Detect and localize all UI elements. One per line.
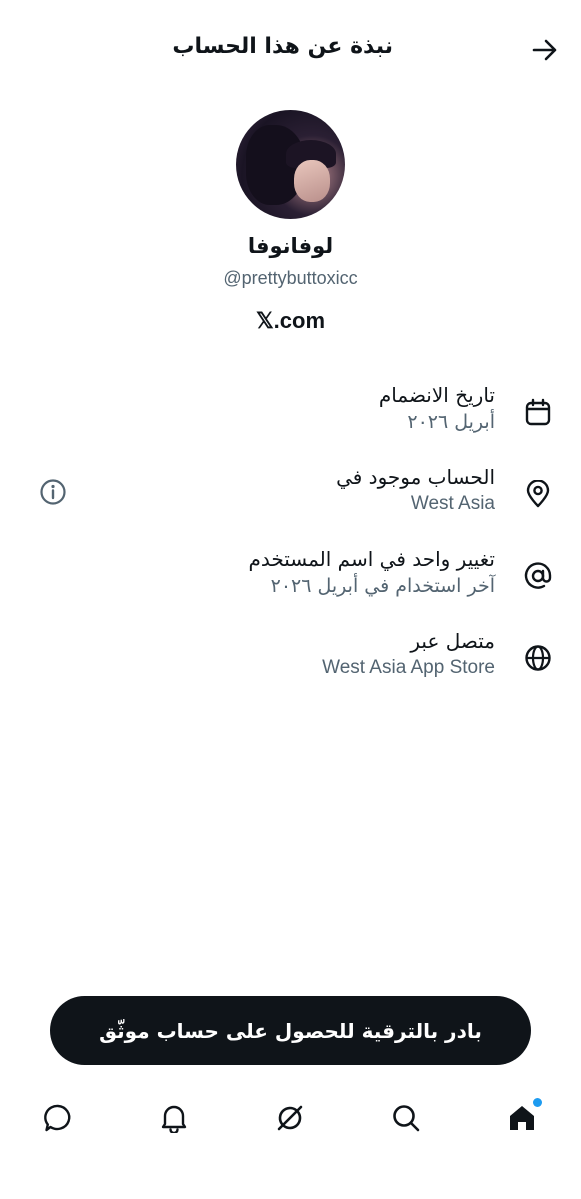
info-title: الحساب موجود في	[336, 465, 495, 489]
info-subtitle: West Asia	[410, 493, 495, 514]
tab-grok[interactable]	[270, 1098, 310, 1138]
bottom-tab-bar	[0, 1090, 581, 1150]
info-subtitle: آخر استخدام في أبريل ٢٠٢٦	[270, 575, 495, 597]
avatar[interactable]	[236, 110, 345, 219]
calendar-icon	[523, 397, 553, 427]
tab-messages[interactable]	[38, 1098, 78, 1138]
search-icon	[393, 1105, 420, 1132]
username-handle: @prettybuttoxicc	[223, 268, 358, 288]
tab-search[interactable]	[386, 1098, 426, 1138]
info-tooltip-button[interactable]	[38, 477, 68, 507]
messages-icon	[44, 1104, 71, 1132]
arrow-right-icon	[532, 39, 557, 61]
notifications-icon	[161, 1105, 187, 1133]
tab-home[interactable]	[502, 1098, 542, 1138]
info-subtitle: West Asia App Store	[322, 657, 495, 678]
location-pin-icon	[523, 479, 553, 509]
site-label: 𝕏.com	[255, 308, 326, 333]
grok-icon	[277, 1105, 303, 1131]
info-subtitle: أبريل ٢٠٢٦	[407, 411, 495, 433]
top-bar: نبذة عن هذا الحساب	[0, 0, 581, 100]
info-title: تغيير واحد في اسم المستخدم	[248, 547, 495, 571]
info-circle-icon	[40, 479, 66, 505]
tab-notifications[interactable]	[154, 1098, 194, 1138]
info-title: متصل عبر	[410, 629, 495, 653]
info-row-username-changes: تغيير واحد في اسم المستخدم آخر استخدام ف…	[28, 547, 553, 617]
home-icon	[510, 1106, 534, 1130]
info-row-location: الحساب موجود في West Asia	[28, 465, 553, 535]
upgrade-verified-button[interactable]: بادر بالترقية للحصول على حساب موثّق	[50, 996, 531, 1065]
info-title: تاريخ الانضمام	[378, 383, 495, 407]
back-button[interactable]	[529, 36, 561, 64]
globe-icon	[523, 643, 553, 673]
info-row-join-date: تاريخ الانضمام أبريل ٢٠٢٦	[28, 383, 553, 453]
info-row-connected-via: متصل عبر West Asia App Store	[28, 629, 553, 699]
unread-dot	[533, 1098, 542, 1107]
page-title: نبذة عن هذا الحساب	[172, 34, 393, 59]
display-name: لوفانوفا	[247, 234, 334, 258]
at-sign-icon	[523, 561, 553, 591]
